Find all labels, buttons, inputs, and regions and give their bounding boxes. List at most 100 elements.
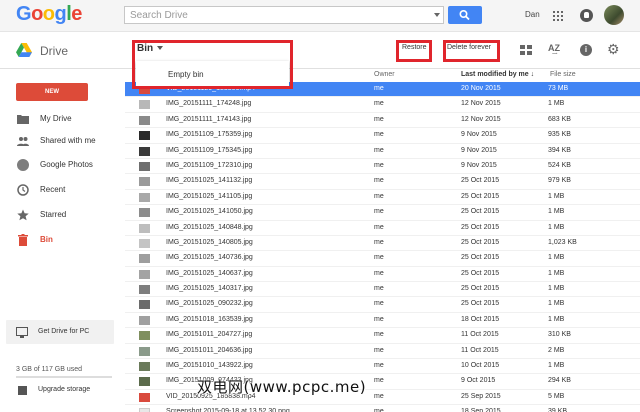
storage-usage-text: 3 GB of 117 GB used xyxy=(16,366,83,373)
file-modified-date: 18 Sep 2015 xyxy=(461,408,501,412)
file-modified-date: 9 Oct 2015 xyxy=(461,377,496,385)
get-drive-label: Get Drive for PC xyxy=(38,328,90,335)
file-size: 1 MB xyxy=(548,223,565,231)
file-owner: me xyxy=(374,131,384,139)
file-size: 1 MB xyxy=(548,315,565,323)
image-thumbnail-icon xyxy=(139,146,150,156)
file-modified-date: 9 Nov 2015 xyxy=(461,131,497,139)
file-size: 1 MB xyxy=(548,100,565,108)
user-name[interactable]: Dan xyxy=(525,10,540,19)
table-row[interactable]: IMG_20151018_163539.jpg me 18 Oct 2015 1 MB xyxy=(125,313,640,329)
sidebar-item-label: Recent xyxy=(40,185,66,194)
file-owner: me xyxy=(374,377,384,385)
monitor-icon xyxy=(16,327,28,338)
file-size: 2 MB xyxy=(548,346,565,354)
image-thumbnail-icon xyxy=(139,346,150,356)
file-owner: me xyxy=(374,331,384,339)
table-row[interactable]: Screenshot 2015-09-18 at 13.52.30.png me 1… xyxy=(125,405,640,412)
table-row[interactable]: IMG_20151025_141050.jpg me 25 Oct 2015 1 MB xyxy=(125,205,640,221)
file-modified-date: 25 Oct 2015 xyxy=(461,223,500,231)
table-row[interactable]: IMG_20151109_175359.jpg me 9 Nov 2015 935 K… xyxy=(125,128,640,144)
logo-letter: G xyxy=(16,3,32,25)
table-row[interactable]: IMG_20151011_204727.jpg me 11 Oct 2015 310 … xyxy=(125,328,640,344)
table-row[interactable]: IMG_20151025_141132.jpg me 25 Oct 2015 979 … xyxy=(125,174,640,190)
file-modified-date: 11 Oct 2015 xyxy=(461,346,499,354)
file-modified-date: 25 Oct 2015 xyxy=(461,300,500,308)
table-row[interactable]: IMG_20151025_140848.jpg me 25 Oct 2015 1 MB xyxy=(125,221,640,236)
upgrade-storage-link[interactable]: Upgrade storage xyxy=(16,385,116,397)
file-size: 1 MB xyxy=(548,254,565,262)
sidebar-item-photos[interactable]: Google Photos xyxy=(0,155,125,175)
file-name: IMG_20151109_175359.jpg xyxy=(166,131,253,139)
sidebar-item-label: Shared with me xyxy=(40,136,96,145)
avatar[interactable] xyxy=(604,5,624,25)
star-icon xyxy=(17,209,29,221)
table-row[interactable]: IMG_20151111_174143.jpg me 12 Nov 2015 683 … xyxy=(125,113,640,129)
file-owner: me xyxy=(374,161,384,169)
search-options-caret-icon[interactable] xyxy=(434,13,440,17)
table-row[interactable]: IMG_20151111_174248.jpg me 12 Nov 2015 1 MB xyxy=(125,97,640,113)
drive-logo-icon xyxy=(16,43,32,57)
column-header-modified[interactable]: Last modified by me ↓ xyxy=(461,71,534,78)
table-row[interactable]: IMG_20151025_141105.jpg me 25 Oct 2015 1 MB xyxy=(125,190,640,206)
storage-icon xyxy=(18,386,27,395)
drive-toolbar: Drive Bin Restore Delete forever xyxy=(0,32,640,69)
file-owner: me xyxy=(374,254,384,262)
sidebar-item-my-drive[interactable]: My Drive xyxy=(0,109,125,129)
image-thumbnail-icon xyxy=(139,238,150,248)
table-row[interactable]: IMG_20151109_175345.jpg me 9 Nov 2015 394 K… xyxy=(125,144,640,159)
file-list: Owner Last modified by me ↓ File size VI… xyxy=(125,70,640,412)
file-modified-date: 25 Oct 2015 xyxy=(461,269,500,277)
sort-az-icon[interactable]: A͢Z xyxy=(548,43,560,53)
table-row[interactable]: IMG_20151025_140805.jpg me 25 Oct 2015 1,02… xyxy=(125,236,640,252)
file-name: IMG_20151025_090232.jpg xyxy=(166,300,253,308)
image-thumbnail-icon xyxy=(139,315,150,325)
get-drive-for-pc-button[interactable]: Get Drive for PC xyxy=(6,320,114,344)
table-row[interactable]: IMG_20151011_204636.jpg me 11 Oct 2015 2 MB xyxy=(125,344,640,360)
apps-grid-icon[interactable] xyxy=(553,11,563,21)
table-row[interactable]: IMG_20151025_140317.jpg me 25 Oct 2015 1 MB xyxy=(125,282,640,298)
new-button[interactable]: NEW xyxy=(16,83,88,101)
table-row[interactable]: IMG_20151025_140736.jpg me 25 Oct 2015 1 MB xyxy=(125,251,640,267)
image-thumbnail-icon xyxy=(139,300,150,310)
sidebar-item-recent[interactable]: Recent xyxy=(0,180,125,200)
grid-view-icon[interactable] xyxy=(520,45,532,55)
sidebar-item-bin[interactable]: Bin xyxy=(0,230,125,250)
file-name: IMG_20151025_141105.jpg xyxy=(166,192,253,200)
search-button[interactable] xyxy=(448,6,482,24)
table-row[interactable]: IMG_20151109_172310.jpg me 9 Nov 2015 524 K… xyxy=(125,159,640,175)
column-header-size[interactable]: File size xyxy=(550,71,576,78)
file-owner: me xyxy=(374,408,384,412)
column-header-modified-label: Last modified by me xyxy=(461,71,529,78)
sidebar-item-label: My Drive xyxy=(40,114,72,123)
sidebar: NEW My Drive Shared with me Google Photo… xyxy=(0,70,125,412)
file-modified-date: 9 Nov 2015 xyxy=(461,146,497,154)
search-box[interactable] xyxy=(124,6,444,24)
top-bar: Google Dan xyxy=(0,0,640,32)
app-title[interactable]: Drive xyxy=(40,44,68,58)
file-owner: me xyxy=(374,100,384,108)
shared-icon xyxy=(17,137,29,146)
google-logo[interactable]: Google xyxy=(16,3,82,26)
file-owner: me xyxy=(374,85,384,92)
column-header-owner[interactable]: Owner xyxy=(374,71,395,78)
search-input[interactable] xyxy=(125,7,415,23)
gear-icon[interactable]: ⚙ xyxy=(607,42,620,56)
file-size: 294 KB xyxy=(548,377,571,385)
file-modified-date: 12 Nov 2015 xyxy=(461,115,501,123)
table-row[interactable]: IMG_20151025_090232.jpg me 25 Oct 2015 1 MB xyxy=(125,297,640,313)
sidebar-item-shared[interactable]: Shared with me xyxy=(0,131,125,151)
table-row[interactable]: IMG_20151025_140637.jpg me 25 Oct 2015 1 MB xyxy=(125,267,640,283)
file-size: 73 MB xyxy=(548,85,569,92)
logo-letter: o xyxy=(31,3,43,25)
image-thumbnail-icon xyxy=(139,362,150,372)
file-name: IMG_20151109_172310.jpg xyxy=(166,161,253,169)
file-size: 1 MB xyxy=(548,362,565,370)
notifications-icon[interactable] xyxy=(580,9,593,22)
sidebar-item-starred[interactable]: Starred xyxy=(0,205,125,225)
info-icon[interactable]: i xyxy=(580,44,592,56)
file-size: 394 KB xyxy=(548,146,571,154)
file-name: IMG_20151010_143922.jpg xyxy=(166,362,253,370)
image-thumbnail-icon xyxy=(139,208,150,218)
table-row[interactable]: IMG_20151010_143922.jpg me 10 Oct 2015 1 MB xyxy=(125,359,640,375)
